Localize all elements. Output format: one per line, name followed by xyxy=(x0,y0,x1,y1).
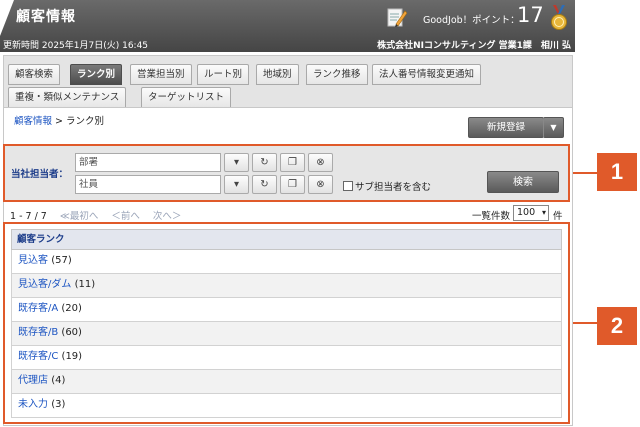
chevron-down-icon: ▾ xyxy=(233,179,240,190)
prev-page-link[interactable]: ＜前へ xyxy=(111,211,140,222)
department-clear-button[interactable]: ⊗ xyxy=(308,153,333,172)
tab-rank-trend[interactable]: ランク推移 xyxy=(306,64,368,85)
result-range: 1 - 7 / 7 xyxy=(10,211,47,222)
page-title: 顧客情報 xyxy=(16,9,76,25)
new-register-menu-button[interactable]: ▼ xyxy=(543,117,564,138)
rank-link[interactable]: 既存客/B xyxy=(18,327,58,338)
department-field[interactable]: 部署 xyxy=(75,153,221,172)
breadcrumb: 顧客情報 > ランク別 xyxy=(14,113,104,127)
rank-count: (11) xyxy=(74,279,96,290)
per-page-value: 100 xyxy=(517,207,536,218)
rank-count: (4) xyxy=(51,375,66,386)
list-item[interactable]: 代理店 (4) xyxy=(11,370,562,394)
list-item[interactable]: 未入力 (3) xyxy=(11,394,562,418)
refresh-icon: ↻ xyxy=(260,179,269,190)
list-item[interactable]: 既存客/B (60) xyxy=(11,322,562,346)
list-item[interactable]: 既存客/C (19) xyxy=(11,346,562,370)
tab-by-sales-rep[interactable]: 営業担当別 xyxy=(130,64,192,85)
rank-list: 顧客ランク 見込客 (57) 見込客/ダム (11) 既存客/A (20) 既存… xyxy=(3,222,570,424)
staff-clear-button[interactable]: ⊗ xyxy=(308,175,333,194)
header-notch xyxy=(0,0,14,36)
breadcrumb-separator: > xyxy=(52,116,67,127)
staff-field[interactable]: 社員 xyxy=(75,175,221,194)
rank-link[interactable]: 代理店 xyxy=(18,375,48,386)
staff-dropdown-button[interactable]: ▾ xyxy=(224,175,249,194)
include-sub-rep-label: サブ担当者を含む xyxy=(355,182,432,193)
edit-note-icon[interactable] xyxy=(387,6,407,28)
callout-2-connector xyxy=(573,322,597,324)
sales-rep-label: 当社担当者： xyxy=(11,169,69,180)
rank-link[interactable]: 見込客/ダム xyxy=(18,279,71,290)
rank-count: (57) xyxy=(51,255,72,266)
per-page-select[interactable]: 100 ▾ xyxy=(513,205,549,221)
rank-count: (20) xyxy=(61,303,82,314)
chevron-down-icon: ▾ xyxy=(233,157,240,168)
include-sub-rep-checkbox[interactable] xyxy=(343,181,353,191)
breadcrumb-root-link[interactable]: 顧客情報 xyxy=(14,116,52,127)
tab-bar: 顧客検索 ランク別 営業担当別 ルート別 地域別 ランク推移 法人番号情報変更通… xyxy=(3,55,573,108)
list-column-header: 顧客ランク xyxy=(11,229,562,250)
list-item[interactable]: 既存客/A (20) xyxy=(11,298,562,322)
tab-by-region[interactable]: 地域別 xyxy=(256,64,299,85)
rank-count: (3) xyxy=(51,399,66,410)
callout-1-connector xyxy=(573,172,597,174)
tab-target-list[interactable]: ターゲットリスト xyxy=(141,87,232,108)
next-page-link[interactable]: 次へ＞ xyxy=(153,211,182,222)
rank-link[interactable]: 見込客 xyxy=(18,255,48,266)
clear-icon: ⊗ xyxy=(316,179,325,190)
new-register-button[interactable]: 新規登録 xyxy=(468,117,544,138)
tab-by-route[interactable]: ルート別 xyxy=(197,64,250,85)
rank-count: (60) xyxy=(61,327,82,338)
department-reset-button[interactable]: ↻ xyxy=(252,153,277,172)
refresh-icon: ↻ xyxy=(260,157,269,168)
per-page-unit: 件 xyxy=(553,211,563,222)
tab-by-rank[interactable]: ランク別 xyxy=(70,64,123,85)
rank-link[interactable]: 未入力 xyxy=(18,399,48,410)
department-select-button[interactable]: ❐ xyxy=(280,153,305,172)
pager: 1 - 7 / 7 ≪最初へ ＜前へ 次へ＞ xyxy=(10,208,181,222)
medal-icon xyxy=(551,5,567,30)
list-item[interactable]: 見込客/ダム (11) xyxy=(11,274,562,298)
include-sub-rep-option[interactable]: サブ担当者を含む xyxy=(343,179,431,193)
copy-window-icon: ❐ xyxy=(288,157,297,168)
search-button[interactable]: 検索 xyxy=(487,171,559,193)
rank-count: (19) xyxy=(61,351,83,362)
clear-icon: ⊗ xyxy=(316,157,325,168)
tab-duplicate-maintenance[interactable]: 重複・類似メンテナンス xyxy=(8,87,127,108)
callout-2-badge: 2 xyxy=(597,307,637,345)
tab-customer-search[interactable]: 顧客検索 xyxy=(8,64,61,85)
user-company: 株式会社NIコンサルティング 営業1課 相川 弘 xyxy=(377,41,571,51)
updated-timestamp: 更新時間 2025年1月7日(火) 16:45 xyxy=(3,41,149,51)
breadcrumb-current: ランク別 xyxy=(66,116,105,127)
points-value: 17 xyxy=(517,3,544,27)
search-panel: 当社担当者： 部署 ▾ ↻ ❐ ⊗ 社員 ▾ ↻ ❐ ⊗ サブ担当者を含む 検索 xyxy=(3,144,570,202)
chevron-down-icon: ▾ xyxy=(541,208,546,217)
points-label: GoodJob！ポイント： xyxy=(423,15,520,26)
callout-1-badge: 1 xyxy=(597,153,637,191)
first-page-link[interactable]: ≪最初へ xyxy=(60,211,98,222)
per-page-label: 一覧件数 xyxy=(472,211,511,222)
tab-corporate-number-notice[interactable]: 法人番号情報変更通知 xyxy=(372,64,482,85)
staff-select-button[interactable]: ❐ xyxy=(280,175,305,194)
list-item[interactable]: 見込客 (57) xyxy=(11,250,562,274)
rank-link[interactable]: 既存客/A xyxy=(18,303,58,314)
copy-window-icon: ❐ xyxy=(288,179,297,190)
staff-reset-button[interactable]: ↻ xyxy=(252,175,277,194)
rank-link[interactable]: 既存客/C xyxy=(18,351,58,362)
app-header: 顧客情報 GoodJob！ポイント： 17 更新時間 2025年1月7日(火) … xyxy=(0,0,575,52)
department-dropdown-button[interactable]: ▾ xyxy=(224,153,249,172)
